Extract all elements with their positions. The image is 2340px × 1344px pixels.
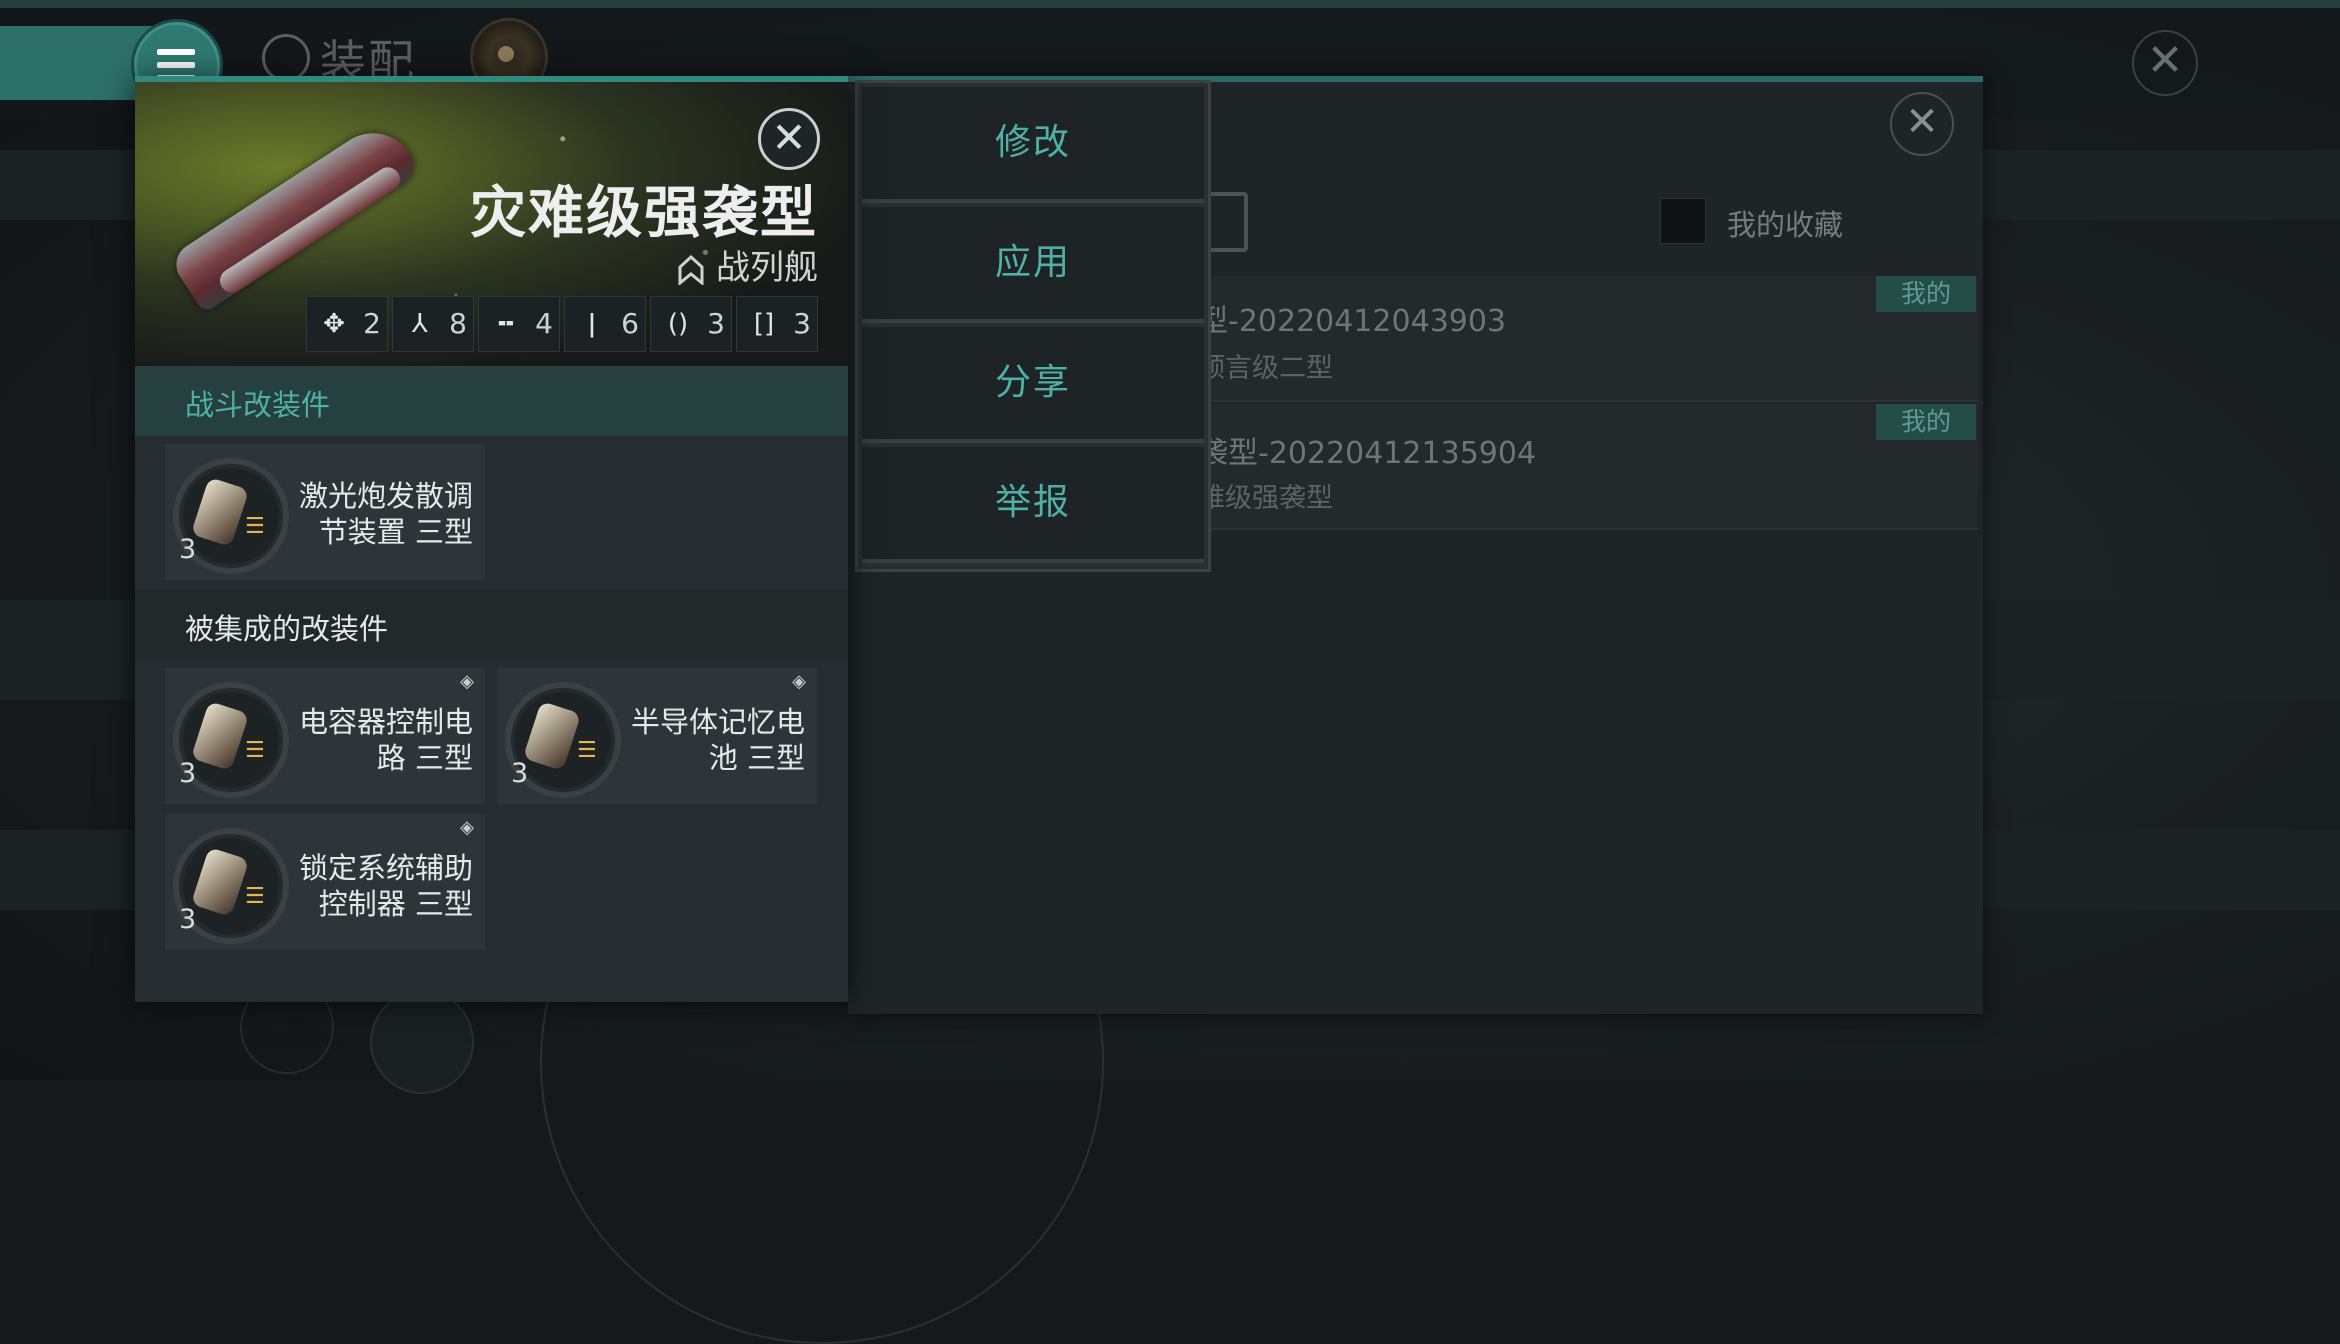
drone-value: 2 [363, 307, 381, 340]
fighter-stat: ⅄ 8 [392, 296, 474, 352]
low-slot-value: 4 [535, 307, 553, 340]
subsystem-stat: [] 3 [736, 296, 818, 352]
fitting-list-row[interactable]: 型-20220412043903 预言级二型 我的 [1188, 276, 1978, 402]
top-accent-line [0, 0, 2340, 8]
mod-name: 激光炮发散调节装置 三型 [298, 479, 473, 549]
low-slot-stat: ╍ 4 [478, 296, 560, 352]
fitting-title: 袭型-20220412135904 [1198, 436, 1537, 471]
orb-dot [498, 46, 514, 62]
mod-name: 锁定系统辅助控制器 三型 [298, 851, 473, 921]
rig-stat: () 3 [650, 296, 732, 352]
mod-name: 电容器控制电路 三型 [298, 705, 473, 775]
ship-class-icon [678, 254, 704, 285]
mod-card[interactable]: 3 ☰ 锁定系统辅助控制器 三型 ◈ [165, 814, 485, 950]
low-slot-icon: ╍ [498, 309, 514, 339]
stack-icon: ◈ [792, 671, 806, 692]
share-button[interactable]: 分享 [862, 327, 1204, 443]
mod-card[interactable]: 3 ☰ 半导体记忆电池 三型 ◈ [497, 668, 817, 804]
report-button[interactable]: 举报 [862, 447, 1204, 563]
modify-button[interactable]: 修改 [862, 87, 1204, 203]
stack-icon: ◈ [460, 671, 474, 692]
mod-grade-icon: ☰ [245, 514, 265, 539]
mod-grade-icon: ☰ [577, 738, 597, 763]
favorites-label: 我的收藏 [1727, 208, 1844, 242]
mod-level: 3 [179, 758, 197, 789]
favorites-checkbox[interactable] [1660, 198, 1706, 244]
mod-name: 半导体记忆电池 三型 [630, 705, 805, 775]
mod-level: 3 [179, 904, 197, 935]
mid-slot-stat: ǀ 6 [564, 296, 646, 352]
background-slot-icon [370, 990, 474, 1094]
rig-icon: () [667, 309, 689, 339]
fitting-ship: 难级强袭型 [1198, 483, 1333, 514]
subsystem-icon: [] [753, 309, 775, 339]
subsystem-value: 3 [793, 307, 811, 340]
ship-class-label: 战列舰 [716, 248, 818, 288]
combat-mods-title: 战斗改装件 [185, 388, 331, 422]
mine-badge: 我的 [1876, 276, 1976, 312]
mod-card[interactable]: 3 ☰ 激光炮发散调节装置 三型 [165, 444, 485, 580]
drone-icon: ✥ [323, 309, 345, 339]
fitting-list-row[interactable]: 袭型-20220412135904 难级强袭型 我的 [1188, 404, 1978, 530]
mid-slot-value: 6 [621, 307, 639, 340]
mid-slot-icon: ǀ [588, 309, 596, 339]
mod-card[interactable]: 3 ☰ 电容器控制电路 三型 ◈ [165, 668, 485, 804]
apply-button[interactable]: 应用 [862, 207, 1204, 323]
context-menu: 修改 应用 分享 举报 [855, 80, 1211, 572]
mod-level: 3 [511, 758, 529, 789]
rig-value: 3 [707, 307, 725, 340]
integrated-mods-title: 被集成的改装件 [185, 612, 389, 646]
fitting-ship: 预言级二型 [1198, 353, 1333, 384]
stack-icon: ◈ [460, 817, 474, 838]
list-close-icon[interactable]: ✕ [1890, 92, 1954, 156]
fighter-value: 8 [449, 307, 467, 340]
background-close-icon[interactable]: ✕ [2132, 30, 2198, 96]
mod-level: 3 [179, 534, 197, 565]
ship-class: 战列舰 [678, 240, 818, 289]
mine-badge: 我的 [1876, 404, 1976, 440]
fitting-title: 型-20220412043903 [1198, 304, 1507, 339]
fitting-icon [262, 34, 310, 82]
mod-grade-icon: ☰ [245, 738, 265, 763]
ship-name: 灾难级强袭型 [470, 181, 818, 246]
close-icon[interactable]: ✕ [758, 108, 820, 170]
drone-stat: ✥ 2 [306, 296, 388, 352]
fighter-icon: ⅄ [412, 309, 428, 339]
mod-grade-icon: ☰ [245, 884, 265, 909]
